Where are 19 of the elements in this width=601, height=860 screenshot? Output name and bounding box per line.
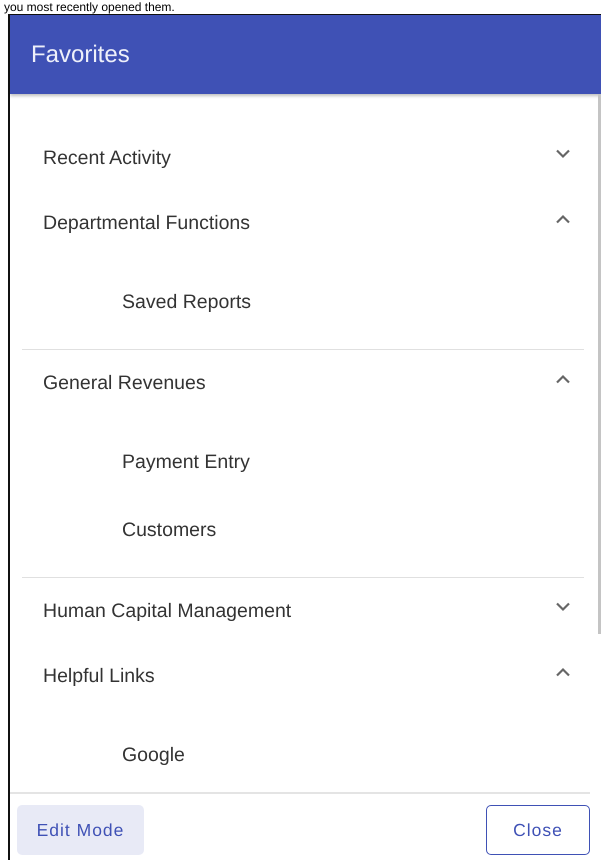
group-header[interactable]: Human Capital Management: [10, 579, 601, 643]
chevron-up-icon: [555, 374, 571, 384]
group-header[interactable]: Departmental Functions: [10, 191, 601, 255]
dialog-title: Favorites: [31, 40, 130, 68]
edit-mode-button[interactable]: Edit Mode: [17, 805, 144, 855]
group-header[interactable]: Recent Activity: [10, 126, 601, 190]
scrollbar[interactable]: [598, 94, 601, 634]
chevron-up-icon: [555, 214, 571, 224]
group-header[interactable]: Helpful Links: [10, 644, 601, 708]
group-header[interactable]: General Revenues: [10, 351, 601, 415]
chevron-up-icon: [555, 667, 571, 677]
close-button[interactable]: Close: [486, 805, 590, 855]
page-text: you most recently opened them.: [4, 1, 175, 14]
favorite-link[interactable]: Payment Entry: [122, 450, 250, 474]
chevron-down-icon: [555, 149, 571, 159]
favorite-link[interactable]: Saved Reports: [122, 290, 251, 314]
chevron-down-icon: [555, 602, 571, 612]
favorite-link[interactable]: Google: [122, 744, 185, 766]
favorite-link[interactable]: Customers: [122, 518, 216, 542]
